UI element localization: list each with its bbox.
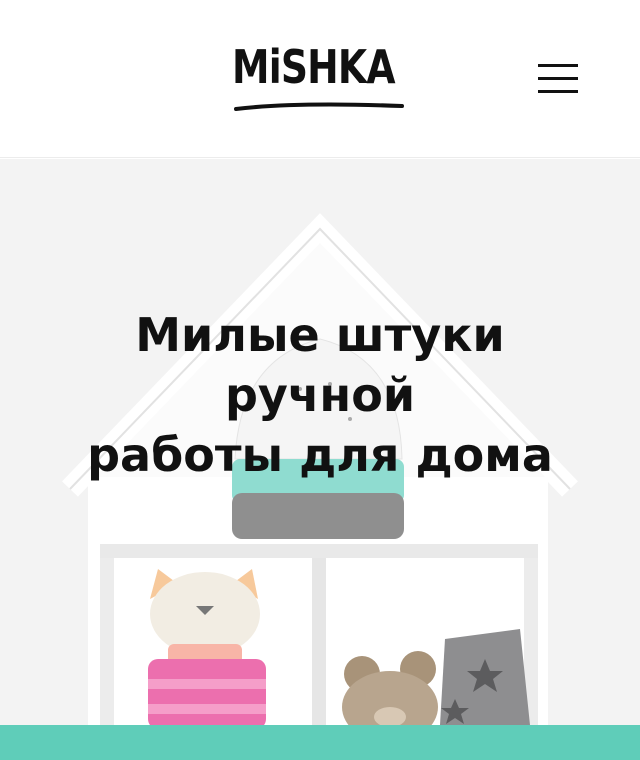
logo-underline	[234, 102, 404, 111]
hero-title-line-1: Милые штуки	[135, 308, 505, 362]
hero-banner: Милые штуки ручной работы для дома	[0, 159, 640, 725]
star-pillow	[440, 629, 530, 725]
brand-logo[interactable]: MiSHKA	[232, 44, 396, 90]
site-header: MiSHKA	[0, 0, 640, 158]
hamburger-menu-icon[interactable]	[536, 62, 580, 96]
hero-title-line-3: работы для дома	[87, 428, 553, 482]
hero-title-line-2: ручной	[224, 368, 416, 422]
accent-bar	[0, 725, 640, 760]
hero-title: Милые штуки ручной работы для дома	[0, 305, 640, 485]
